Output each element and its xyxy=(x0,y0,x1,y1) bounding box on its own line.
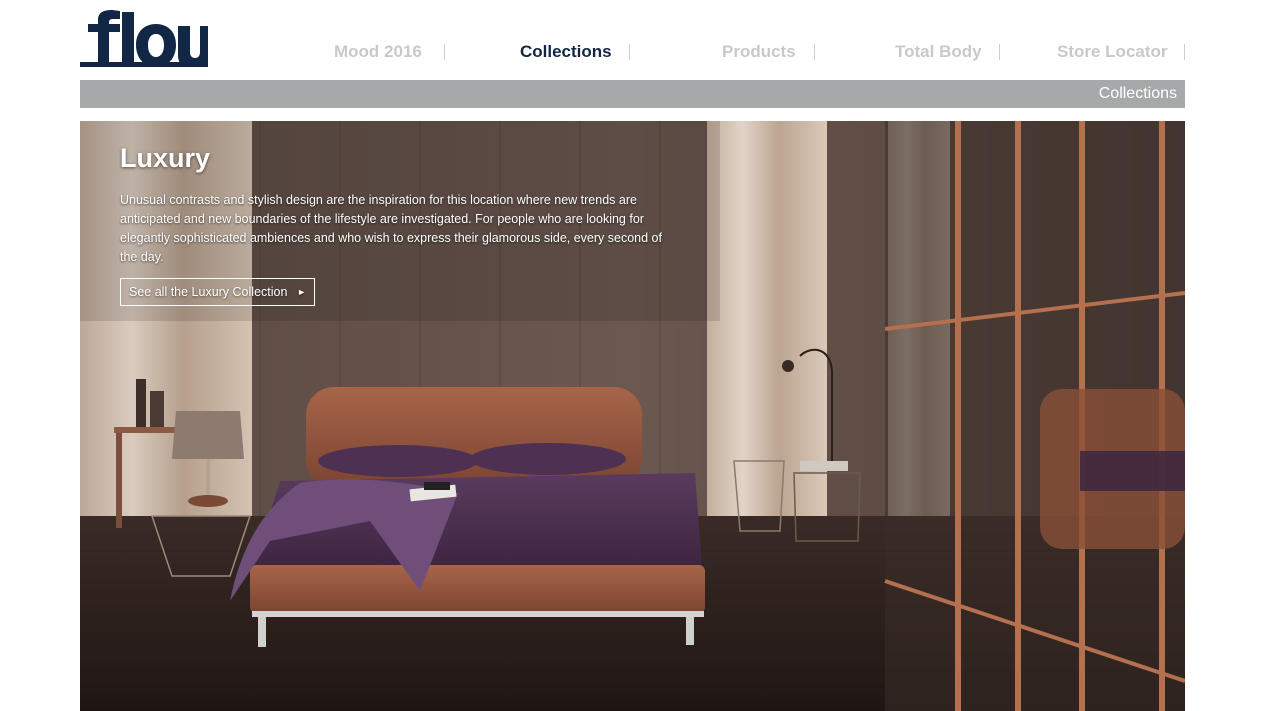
see-all-luxury-collection-button[interactable]: See all the Luxury Collection ► xyxy=(120,278,315,306)
brand-logo[interactable] xyxy=(80,10,208,68)
nav-divider xyxy=(999,44,1000,60)
flou-logo-icon xyxy=(80,10,208,67)
nav-item-products[interactable]: Products xyxy=(722,38,796,66)
nav-item-collections[interactable]: Collections xyxy=(520,38,612,66)
nav-item-total-body[interactable]: Total Body xyxy=(895,38,982,66)
chevron-right-icon: ► xyxy=(297,287,306,297)
hero-title: Luxury xyxy=(120,143,211,173)
nav-divider xyxy=(1184,44,1185,60)
main-nav: Mood 2016 Collections Products Total Bod… xyxy=(300,38,1185,66)
breadcrumb-bar: Collections xyxy=(80,80,1185,108)
nav-divider xyxy=(814,44,815,60)
nav-divider xyxy=(629,44,630,60)
hero-banner: Luxury Unusual contrasts and stylish des… xyxy=(80,121,1185,711)
nav-item-store-locator[interactable]: Store Locator xyxy=(1057,38,1168,66)
hero-cta-label: See all the Luxury Collection xyxy=(129,285,288,299)
breadcrumb: Collections xyxy=(1098,85,1177,102)
nav-divider xyxy=(444,44,445,60)
hero-description: Unusual contrasts and stylish design are… xyxy=(120,193,662,264)
nav-item-mood-2016[interactable]: Mood 2016 xyxy=(334,38,422,66)
